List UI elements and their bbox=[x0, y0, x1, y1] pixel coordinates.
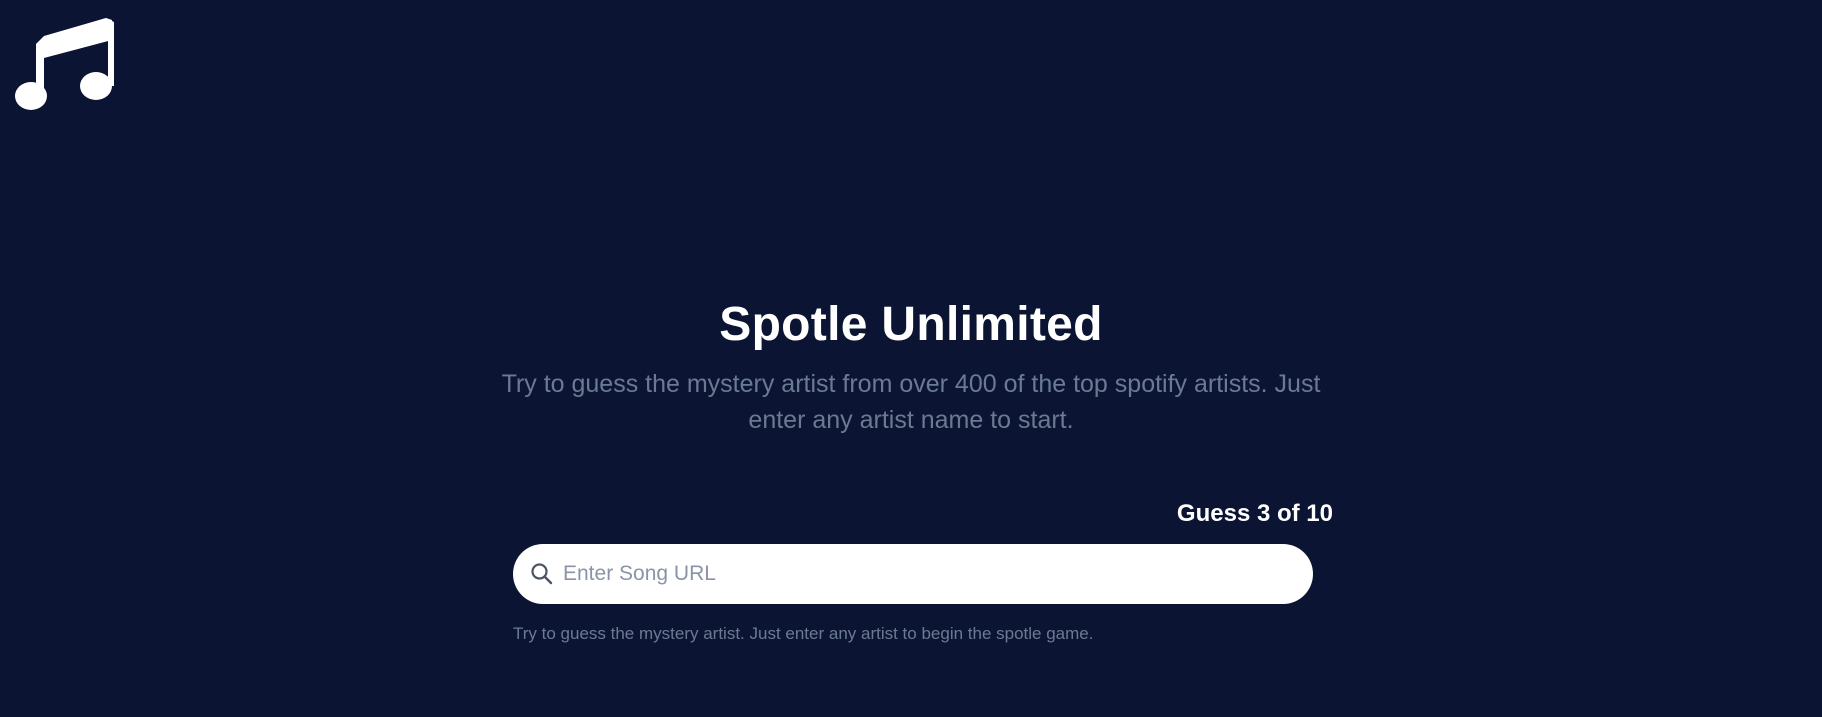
logo-link[interactable] bbox=[14, 16, 114, 116]
hero-section: Spotle Unlimited Try to guess the myster… bbox=[0, 296, 1822, 438]
hint-text: Try to guess the mystery artist. Just en… bbox=[513, 624, 1094, 643]
page-subtitle: Try to guess the mystery artist from ove… bbox=[501, 370, 1321, 434]
guess-counter: Guess 3 of 10 bbox=[1176, 500, 1333, 527]
search-icon bbox=[529, 561, 555, 587]
game-panel: Guess 3 of 10 Try to guess the mystery a… bbox=[513, 498, 1333, 645]
search-box[interactable] bbox=[513, 544, 1313, 604]
music-note-icon bbox=[14, 16, 114, 116]
page-title: Spotle Unlimited bbox=[719, 298, 1103, 351]
song-url-input[interactable] bbox=[561, 553, 1265, 595]
